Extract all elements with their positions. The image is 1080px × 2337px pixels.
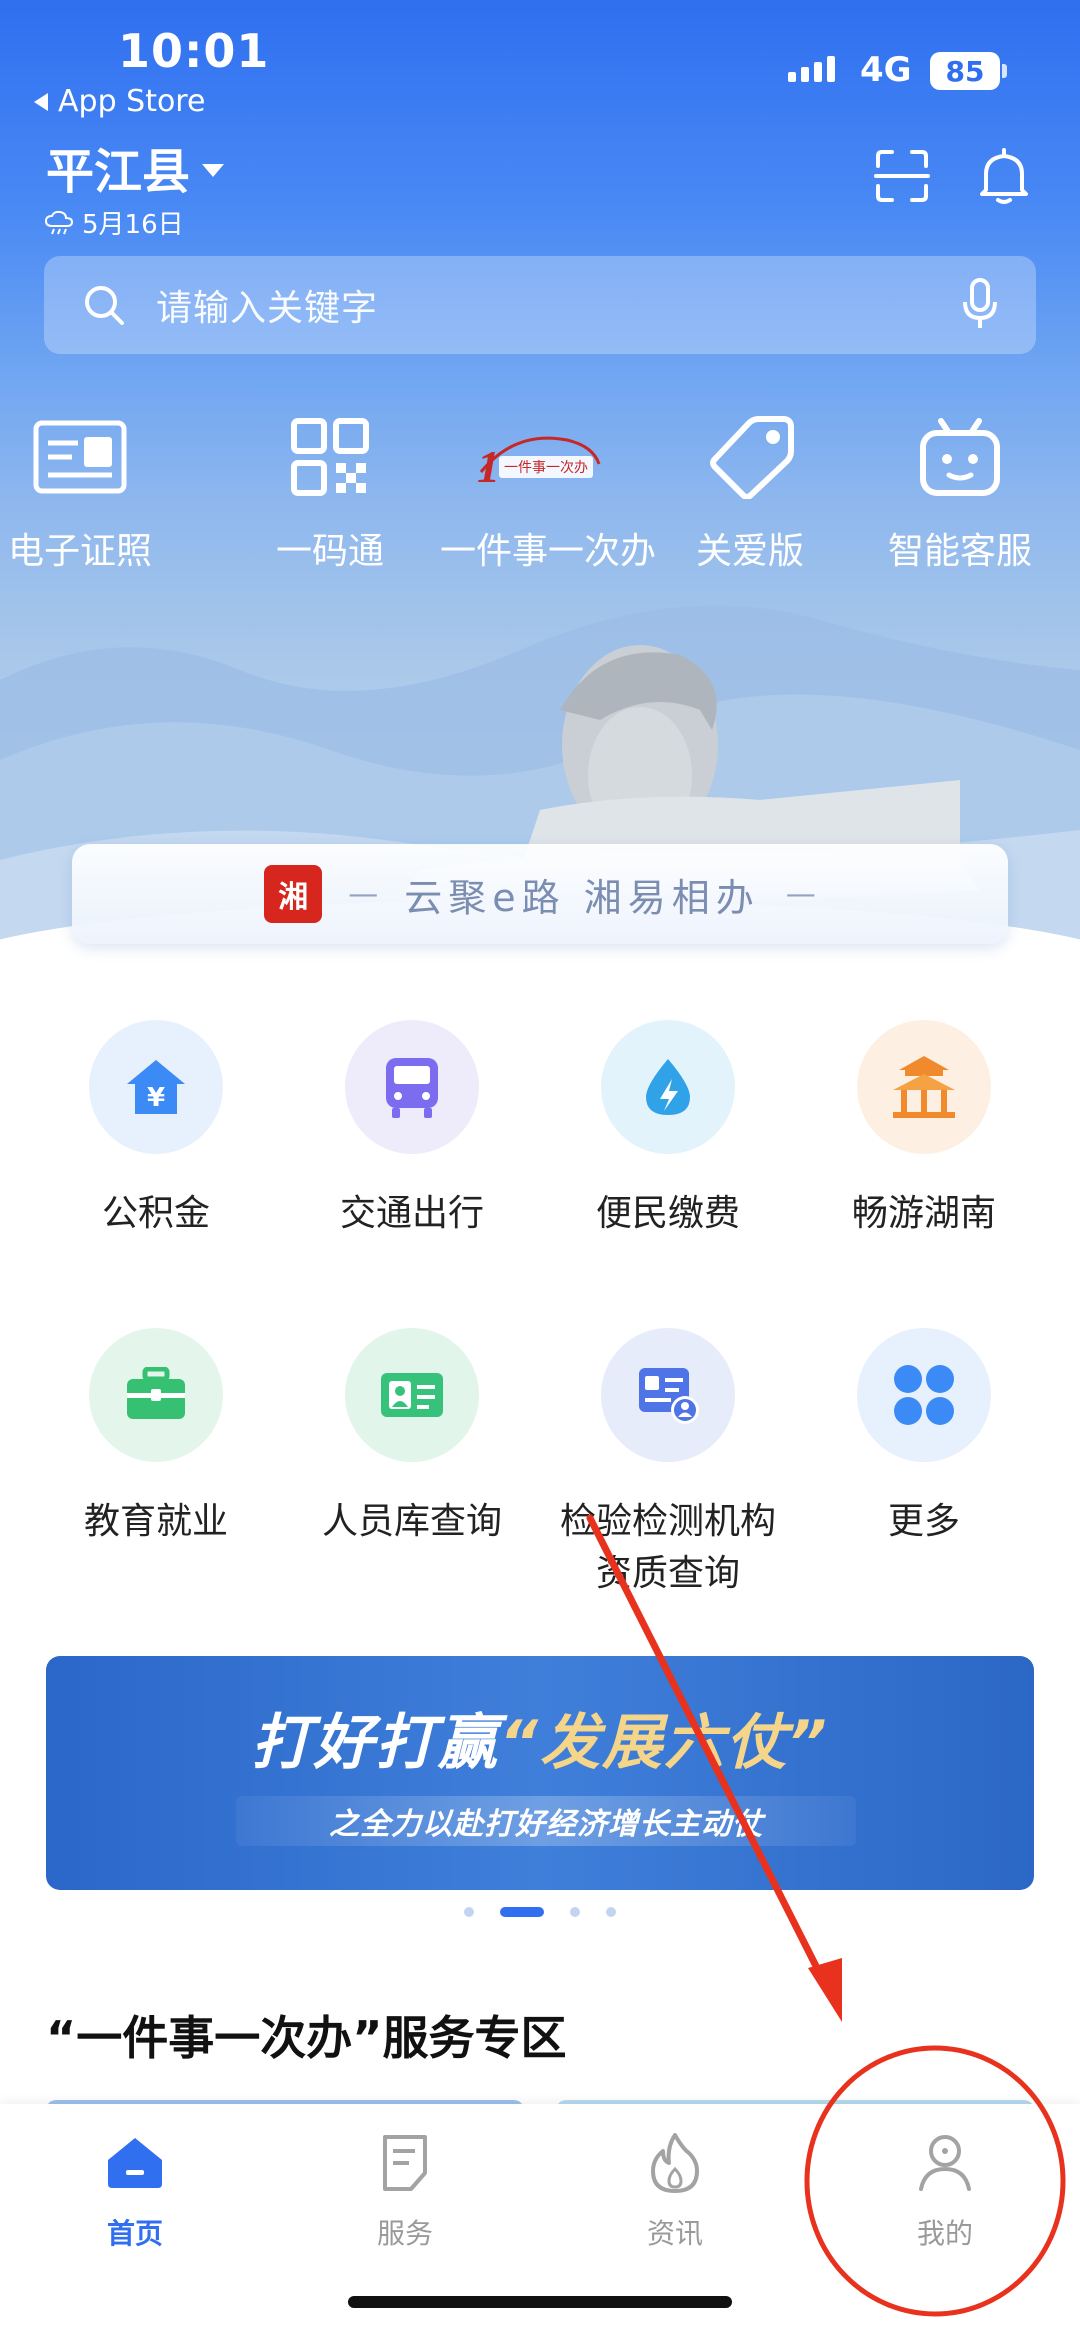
service-education-employment[interactable]: 教育就业 bbox=[28, 1328, 284, 1548]
service-transport[interactable]: 交通出行 bbox=[284, 1020, 540, 1240]
housing-fund-icon: ¥ bbox=[127, 1060, 185, 1114]
banner-subtitle: 之全力以赴打好经济增长主动仗 bbox=[236, 1796, 856, 1846]
service-label: 公积金 bbox=[101, 1193, 210, 1234]
back-arrow-icon bbox=[34, 92, 48, 111]
caret-down-icon bbox=[202, 163, 225, 177]
signal-icon bbox=[788, 56, 835, 82]
service-housing-fund[interactable]: ¥ 公积金 bbox=[28, 1020, 284, 1240]
carousel-dot[interactable] bbox=[464, 1907, 474, 1917]
service-label-line1: 检验检测机构 bbox=[559, 1501, 776, 1542]
home-indicator bbox=[348, 2296, 732, 2308]
quick-action-label: 电子证照 bbox=[7, 531, 152, 572]
bus-icon bbox=[386, 1058, 438, 1118]
utility-drop-icon bbox=[646, 1059, 690, 1115]
banner-title: 打好打赢“发展六仗” bbox=[46, 1694, 1034, 1781]
tab-label: 资讯 bbox=[646, 2217, 703, 2250]
banner-title-quote: “发展六仗” bbox=[499, 1708, 829, 1778]
quick-action-smart-service[interactable]: 智能客服 bbox=[860, 412, 1060, 574]
carousel-dot-active[interactable] bbox=[500, 1907, 544, 1917]
tab-label: 服务 bbox=[376, 2217, 433, 2250]
service-doc-icon bbox=[383, 2135, 427, 2191]
pavilion-icon bbox=[893, 1056, 955, 1118]
briefcase-icon bbox=[127, 1367, 185, 1419]
banner-title-plain: 打好打赢 bbox=[251, 1708, 500, 1778]
promo-banner[interactable]: 打好打赢“发展六仗” 之全力以赴打好经济增长主动仗 bbox=[46, 1656, 1034, 1890]
svg-text:¥: ¥ bbox=[147, 1083, 165, 1113]
tab-label: 我的 bbox=[916, 2217, 973, 2250]
service-label: 更多 bbox=[887, 1501, 960, 1542]
flame-icon bbox=[651, 2133, 699, 2193]
id-card-icon bbox=[33, 420, 127, 494]
service-inspection-qualification[interactable]: 检验检测机构 资质查询 bbox=[540, 1328, 796, 1600]
back-label: App Store bbox=[58, 84, 206, 119]
search-input[interactable]: 请输入关键字 bbox=[156, 279, 378, 331]
tab-news[interactable]: 资讯 bbox=[575, 2128, 775, 2252]
status-bar: 10:01 App Store 4G 85 bbox=[0, 0, 1080, 119]
slogan-banner: 湘 — 云聚e路 湘易相办 — bbox=[72, 844, 1008, 944]
one-thing-logo-icon: 1 一件事一次办 bbox=[477, 436, 601, 492]
tab-profile[interactable]: 我的 bbox=[845, 2128, 1045, 2252]
tab-service[interactable]: 服务 bbox=[305, 2128, 505, 2252]
service-personnel-query[interactable]: 人员库查询 bbox=[284, 1328, 540, 1548]
microphone-icon[interactable] bbox=[962, 278, 998, 332]
quick-action-label: 一件事一次办 bbox=[440, 531, 657, 572]
clock: 10:01 bbox=[118, 24, 270, 78]
carousel-dot[interactable] bbox=[570, 1907, 580, 1917]
hunan-seal-logo: 湘 bbox=[264, 865, 323, 923]
notification-button[interactable] bbox=[976, 146, 1036, 206]
quick-action-e-license[interactable]: 电子证照 bbox=[0, 412, 180, 574]
quick-action-one-code[interactable]: 一码通 bbox=[230, 412, 430, 574]
section-title: “一件事一次办”服务专区 bbox=[46, 2011, 567, 2065]
network-type: 4G bbox=[860, 50, 912, 90]
profile-icon bbox=[919, 2135, 971, 2191]
battery-icon: 85 bbox=[930, 52, 1000, 90]
hero-header: 10:01 App Store 4G 85 平江县 5月16日 请输入关键字 电… bbox=[0, 0, 1080, 975]
slogan-text: 云聚e路 湘易相办 bbox=[404, 875, 760, 920]
quick-action-label: 智能客服 bbox=[887, 531, 1032, 572]
quick-action-care-edition[interactable]: 关爱版 bbox=[650, 412, 850, 574]
tab-label: 首页 bbox=[106, 2217, 163, 2250]
qr-code-icon bbox=[291, 418, 369, 496]
svg-text:1: 1 bbox=[477, 441, 500, 492]
service-label: 畅游湖南 bbox=[851, 1193, 996, 1234]
quick-action-label: 一码通 bbox=[275, 531, 384, 572]
service-label-line2: 资质查询 bbox=[595, 1553, 740, 1594]
cloud-rain-icon bbox=[44, 210, 74, 234]
service-more[interactable]: 更多 bbox=[796, 1328, 1052, 1548]
service-label: 教育就业 bbox=[83, 1501, 228, 1542]
back-to-app-store-link[interactable]: App Store bbox=[34, 84, 205, 119]
weather-date: 5月16日 bbox=[44, 204, 184, 241]
care-tag-icon bbox=[710, 416, 794, 499]
scan-button[interactable] bbox=[872, 146, 932, 206]
quick-actions: 电子证照 一码通 1 一件事一次办 一件事一次办 关爱版 智能客服 bbox=[0, 412, 1080, 582]
date-label: 5月16日 bbox=[82, 210, 184, 240]
logo-text: 一件事一次办 bbox=[504, 460, 588, 476]
robot-icon bbox=[920, 418, 1000, 496]
quick-action-one-thing[interactable]: 1 一件事一次办 一件事一次办 bbox=[440, 412, 657, 574]
certificate-icon bbox=[639, 1368, 699, 1424]
tab-home[interactable]: 首页 bbox=[35, 2128, 235, 2252]
service-tour-hunan[interactable]: 畅游湖南 bbox=[796, 1020, 1052, 1240]
more-grid-icon bbox=[894, 1365, 954, 1425]
carousel-indicator bbox=[0, 1907, 1080, 1917]
battery-tip bbox=[1002, 64, 1007, 78]
quick-action-label: 关爱版 bbox=[695, 531, 804, 572]
location-selector[interactable]: 平江县 bbox=[46, 132, 225, 202]
home-icon bbox=[108, 2138, 162, 2188]
service-label: 检验检测机构 资质查询 bbox=[540, 1496, 796, 1600]
slogan-dash-right: — bbox=[785, 876, 816, 912]
carousel-dot[interactable] bbox=[606, 1907, 616, 1917]
scan-icon bbox=[874, 150, 930, 202]
slogan-dash-left: — bbox=[348, 876, 379, 912]
bell-icon bbox=[980, 148, 1028, 204]
location-label: 平江县 bbox=[46, 144, 191, 200]
annotation-arrowhead bbox=[808, 1958, 842, 2022]
search-icon bbox=[85, 286, 124, 325]
person-card-icon bbox=[381, 1373, 443, 1417]
service-label: 便民缴费 bbox=[595, 1193, 740, 1234]
service-label: 人员库查询 bbox=[321, 1501, 502, 1542]
service-utility-payment[interactable]: 便民缴费 bbox=[540, 1020, 796, 1240]
service-label: 交通出行 bbox=[339, 1193, 484, 1234]
search-bar[interactable]: 请输入关键字 bbox=[44, 256, 1036, 354]
